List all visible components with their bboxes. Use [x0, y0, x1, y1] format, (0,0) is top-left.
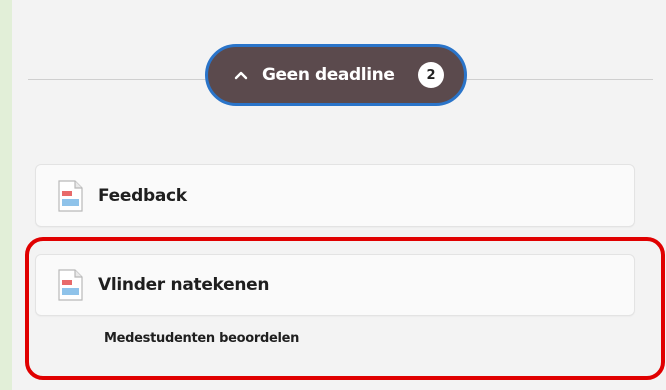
assignment-title: Vlinder natekenen	[98, 275, 270, 295]
assignment-card-feedback[interactable]: Feedback	[35, 164, 635, 227]
chevron-up-icon	[234, 68, 248, 82]
deadline-group-label: Geen deadline	[262, 65, 395, 85]
deadline-group-toggle[interactable]: Geen deadline 2	[205, 44, 467, 106]
document-icon	[56, 179, 84, 212]
deadline-group-count-badge: 2	[418, 62, 444, 88]
assignment-card-vlinder-natekenen[interactable]: Vlinder natekenen	[35, 254, 635, 316]
assignment-title: Feedback	[98, 185, 187, 206]
document-icon	[56, 269, 84, 301]
peer-review-link[interactable]: Medestudenten beoordelen	[104, 331, 299, 346]
